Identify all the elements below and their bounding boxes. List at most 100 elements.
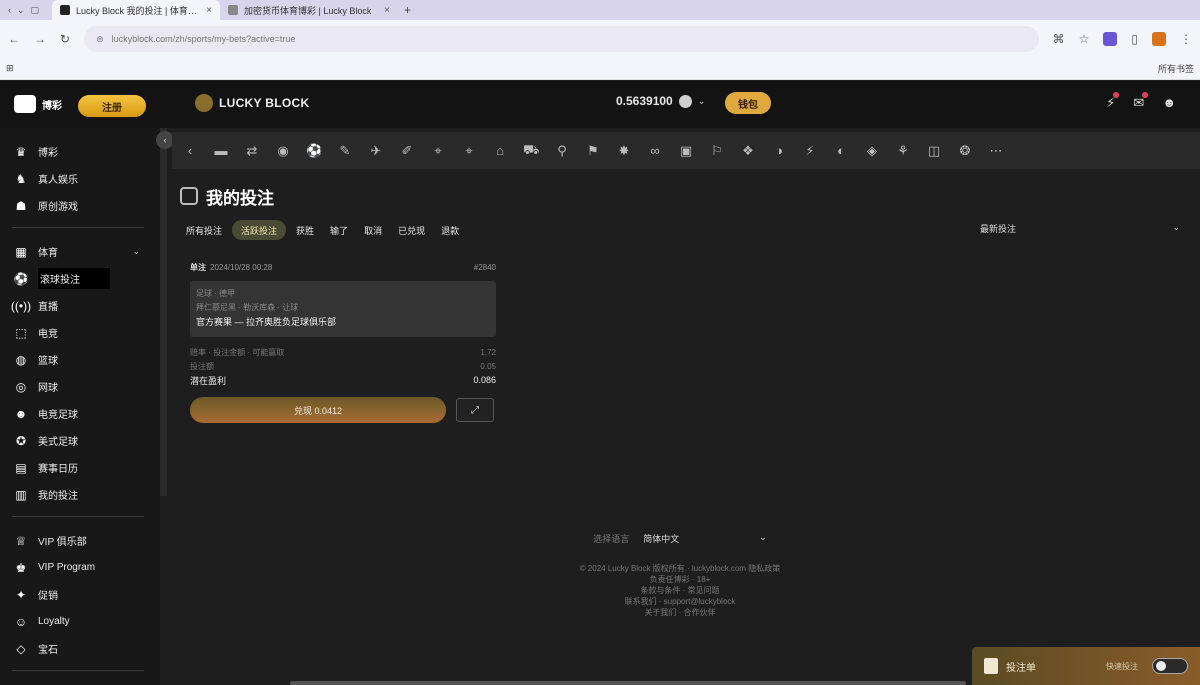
language-select[interactable]: 简体中文 ⌄ — [643, 532, 767, 545]
sport-category-icon[interactable]: ✸ — [616, 143, 632, 159]
star-icon[interactable]: ☆ — [1079, 32, 1090, 46]
balance-display[interactable]: 0.5639100 ⌄ — [616, 94, 705, 108]
all-bookmarks-link[interactable]: 所有书签 — [1158, 62, 1194, 75]
betslip-dock[interactable]: 投注单 快速投注 — [972, 647, 1200, 685]
footer-line[interactable]: © 2024 Lucky Block 版权所有 · luckyblock.com… — [540, 563, 820, 574]
sport-category-icon[interactable]: ⛟ — [523, 142, 539, 160]
sort-select[interactable]: 最新投注 ⌄ — [980, 222, 1180, 235]
sport-category-icon[interactable]: ⇄ — [244, 143, 260, 159]
url-field[interactable]: ⊜ luckyblock.com/zh/sports/my-bets?activ… — [84, 26, 1039, 52]
detail-value: 1.72 — [480, 347, 496, 357]
sport-category-icon[interactable]: ✐ — [399, 143, 415, 159]
sport-category-icon[interactable]: ⚘ — [895, 143, 911, 159]
sidebar-item[interactable]: ✪ 美式足球 — [12, 427, 160, 454]
brand[interactable]: 博彩 — [14, 95, 62, 113]
bet-id[interactable]: #2840 — [474, 263, 496, 272]
browser-tab-active[interactable]: Lucky Block 我的投注 | 体育博彩 × — [52, 0, 220, 20]
sidebar-item[interactable]: ◇ 宝石 — [12, 635, 160, 662]
sport-category-icon[interactable]: ⚐ — [709, 143, 725, 159]
sport-category-icon[interactable]: ✎ — [337, 143, 353, 159]
promo-button[interactable]: 注册 — [78, 95, 146, 117]
sidebar-item[interactable]: ⬚ 电竞 — [12, 319, 160, 346]
browser-tab[interactable]: 加密货币体育博彩 | Lucky Block × — [220, 0, 398, 20]
sport-category-icon[interactable]: ◫ — [926, 143, 942, 159]
sidebar-item[interactable]: ◍ 篮球 — [12, 346, 160, 373]
sport-category-icon[interactable]: ⚽ — [306, 143, 322, 159]
sport-category-icon[interactable]: ❖ — [740, 143, 756, 159]
filter-tab[interactable]: 所有投注 — [180, 220, 228, 240]
sidebar-item[interactable]: ♕ VIP 俱乐部 — [12, 527, 160, 554]
sidebar-item[interactable]: ▥ 我的投注 — [12, 481, 160, 508]
sport-category-icon[interactable]: ‹ — [182, 143, 198, 158]
footer-line[interactable]: 条款与条件 · 常见问题 — [540, 585, 820, 596]
sidebar-item[interactable]: ▤ 赛事日历 — [12, 454, 160, 481]
reload-icon[interactable]: ↻ — [60, 32, 70, 46]
cashout-button[interactable]: 兑现 0.0412 — [190, 397, 446, 423]
tab-search-icon[interactable]: ⌄ — [17, 5, 25, 16]
sport-category-icon[interactable]: ⌖ — [461, 143, 477, 159]
sidebar-item[interactable]: ((•)) 直播 — [11, 292, 160, 319]
sport-category-icon[interactable]: ◑ — [771, 143, 787, 158]
site-info-icon[interactable]: ⊜ — [96, 34, 104, 45]
quick-bet-toggle[interactable] — [1152, 658, 1188, 674]
filter-tab[interactable]: 已兑现 — [392, 220, 431, 240]
sport-category-icon[interactable]: ❂ — [957, 143, 973, 159]
filter-tab[interactable]: 活跃投注 — [232, 220, 287, 240]
sidebar-item[interactable]: ◎ 网球 — [12, 373, 160, 400]
profile-icon[interactable] — [1152, 32, 1166, 46]
sport-category-icon[interactable]: ◐ — [833, 143, 849, 158]
extension-icon[interactable] — [1103, 32, 1118, 46]
sport-category-icon[interactable]: ◈ — [864, 143, 880, 159]
user-icon[interactable]: ☻ — [1162, 95, 1176, 111]
sidebar-item[interactable]: ♛ 博彩 — [12, 138, 160, 165]
sport-category-icon[interactable]: ▣ — [678, 143, 694, 159]
footer-line[interactable]: 关于我们 · 合作伙伴 — [540, 607, 820, 618]
sidebar-scrollbar[interactable] — [160, 128, 167, 496]
sidebar-item[interactable]: ▦ 体育 ⌄ — [12, 238, 160, 265]
sport-category-icon[interactable]: ⚑ — [585, 143, 601, 159]
window-controls[interactable]: ‹ ⌄ ▢ — [0, 5, 52, 16]
sport-category-icon[interactable]: ✈ — [368, 143, 384, 159]
sidebar-item[interactable]: ☻ 电竞足球 — [12, 400, 160, 427]
filter-tab[interactable]: 获胜 — [290, 220, 320, 240]
apps-icon[interactable]: ⊞ — [6, 63, 14, 74]
back-icon[interactable]: ← — [8, 32, 20, 46]
sport-category-icon[interactable]: ⚡ — [802, 143, 818, 159]
back-small-icon[interactable]: ‹ — [8, 5, 11, 16]
sidebar-item[interactable]: ☗ 原创游戏 — [12, 192, 160, 219]
sport-category-icon[interactable]: ⚲ — [554, 143, 570, 159]
tab-list-icon[interactable]: ▢ — [31, 5, 40, 16]
close-tab-icon[interactable]: × — [206, 5, 212, 16]
bet-selection-box[interactable]: 足球 · 德甲 拜仁慕尼黑 - 勒沃库森 · 让球 官方赛果 — 拉齐奥胜负足球… — [190, 281, 496, 337]
chevron-down-icon[interactable]: ⌄ — [698, 96, 706, 107]
sidebar-item[interactable]: ♚ VIP Program — [12, 554, 160, 581]
sidebar-item[interactable]: ☺ Loyalty — [12, 608, 160, 635]
chevron-down-icon[interactable]: ⌄ — [132, 246, 140, 257]
filter-tab[interactable]: 输了 — [324, 220, 354, 240]
sport-category-icon[interactable]: ⌂ — [492, 143, 508, 158]
sport-category-icon[interactable]: ◉ — [275, 143, 291, 159]
sidebar-item[interactable]: ⚽ 滚球投注 — [12, 265, 160, 292]
share-icon[interactable]: ⤢ — [456, 398, 494, 422]
sport-category-icon[interactable]: ⋯ — [988, 143, 1004, 159]
sport-category-icon[interactable]: ▬ — [213, 143, 229, 158]
sport-category-icon[interactable]: ∞ — [647, 143, 663, 158]
sidebar-item[interactable]: ♞ 真人娱乐 — [12, 165, 160, 192]
wallet-button[interactable]: 钱包 — [725, 92, 771, 114]
chat-icon[interactable]: ✉ — [1133, 92, 1149, 111]
footer-line[interactable]: 负责任博彩 · 18+ — [540, 574, 820, 585]
translate-icon[interactable]: ⌘ — [1053, 32, 1065, 46]
forward-icon[interactable]: → — [34, 32, 46, 46]
download-icon[interactable]: ▯ — [1131, 32, 1138, 46]
close-tab-icon[interactable]: × — [384, 5, 390, 16]
menu-icon[interactable]: ⋮ — [1180, 32, 1192, 46]
new-tab-icon[interactable]: + — [398, 3, 417, 17]
horizontal-scrollbar[interactable] — [290, 681, 966, 685]
lucky-block-logo[interactable]: LUCKY BLOCK — [195, 94, 309, 112]
footer-line[interactable]: 联系我们 · support@luckyblock — [540, 596, 820, 607]
sport-category-icon[interactable]: ⌖ — [430, 143, 446, 159]
sidebar-item[interactable]: ✦ 促销 — [12, 581, 160, 608]
filter-tab[interactable]: 取消 — [358, 220, 388, 240]
filter-tab[interactable]: 退款 — [435, 220, 465, 240]
bolt-icon[interactable]: ⚡ — [1106, 92, 1120, 111]
